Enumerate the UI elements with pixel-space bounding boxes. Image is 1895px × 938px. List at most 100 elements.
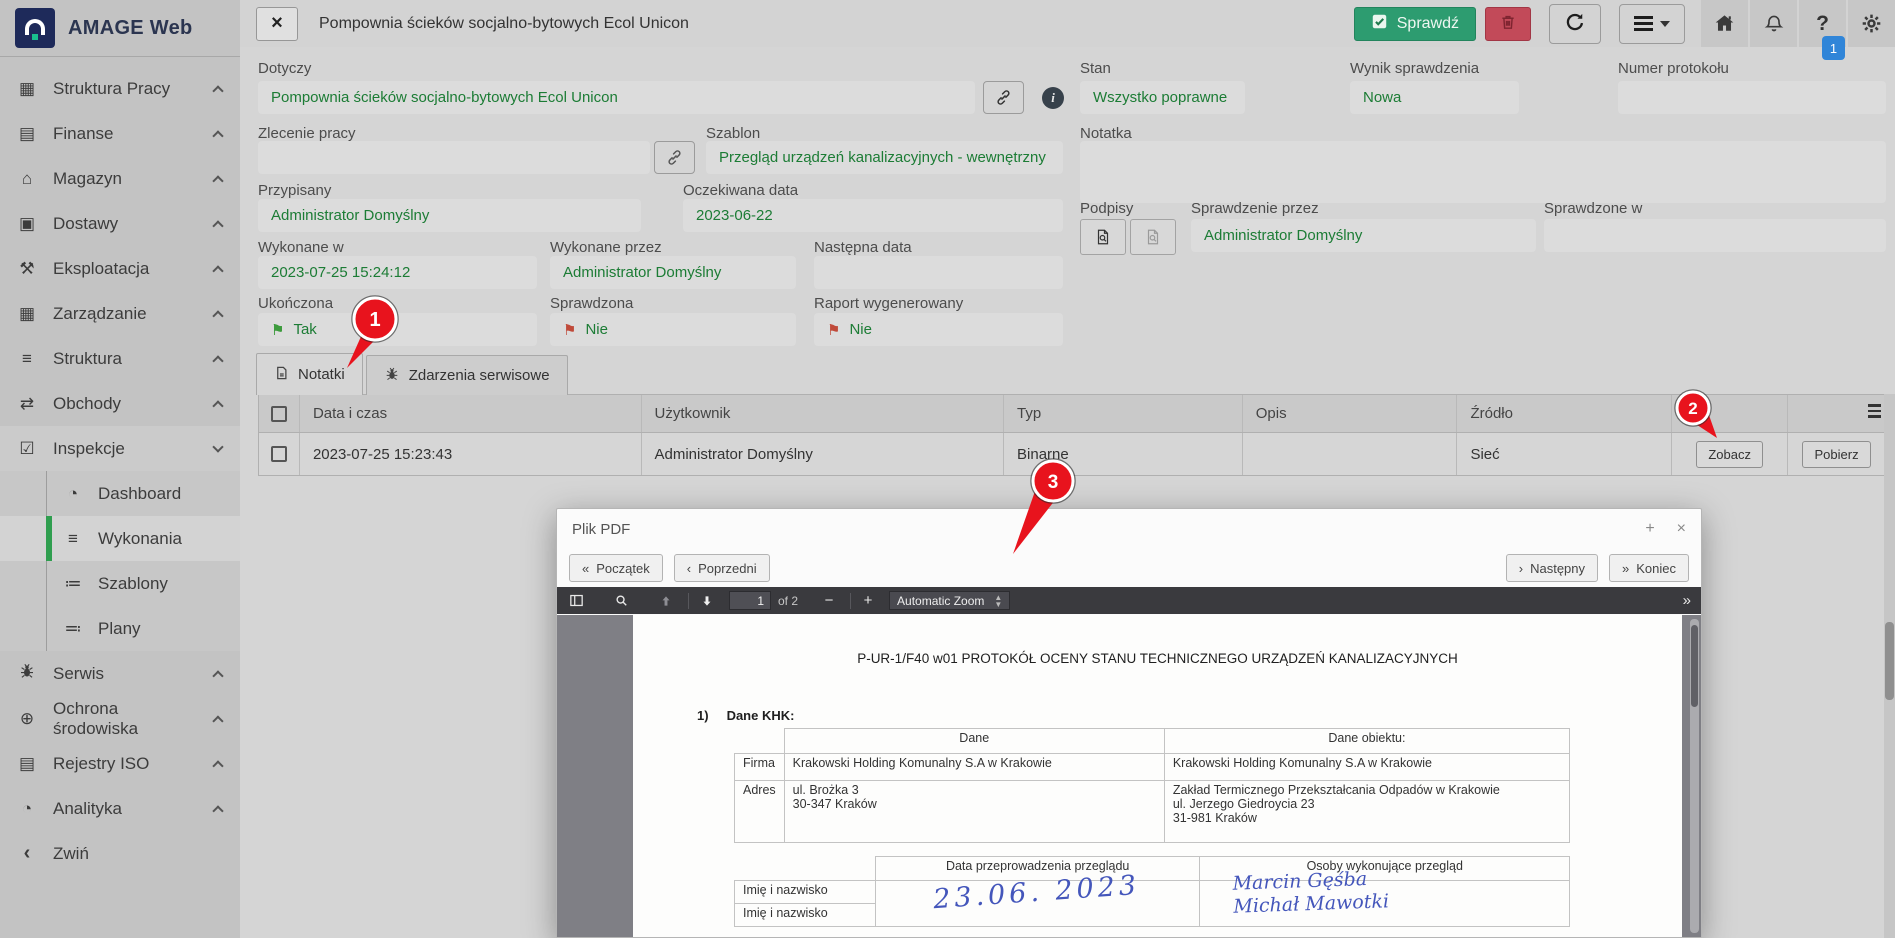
download-button[interactable]: Pobierz	[1802, 441, 1870, 468]
scrollbar-thumb[interactable]	[1691, 625, 1698, 707]
cell-source: Sieć	[1457, 433, 1672, 475]
menu-button[interactable]	[1619, 4, 1685, 44]
bug-icon	[384, 366, 400, 386]
dotyczy-field[interactable]: Pompownia ścieków socjalno-bytowych Ecol…	[258, 81, 975, 114]
view-button[interactable]: Zobacz	[1696, 441, 1763, 468]
wynik-field[interactable]: Nowa	[1350, 81, 1519, 114]
sidebar-item-struktura[interactable]: ≡Struktura	[0, 336, 240, 381]
sprawdzenie-przez-field[interactable]: Administrator Domyślny	[1191, 219, 1536, 252]
column-header-data-i-czas[interactable]: Data i czas	[300, 395, 642, 432]
page-scrollbar[interactable]	[1884, 394, 1895, 938]
column-header-uzytkownik[interactable]: Użytkownik	[642, 395, 1005, 432]
pdf-scrollbar[interactable]	[1690, 619, 1699, 933]
column-header-zrodlo[interactable]: Źródło	[1457, 395, 1672, 432]
sidebar-item-dostawy[interactable]: ▣Dostawy	[0, 201, 240, 246]
dotyczy-link-button[interactable]	[983, 81, 1024, 114]
expand-icon[interactable]: +	[1645, 520, 1654, 538]
zlecenie-link-button[interactable]	[654, 141, 695, 174]
sidebar-item-eksploatacja[interactable]: ⚒Eksploatacja	[0, 246, 240, 291]
notification-count-badge[interactable]: 1	[1822, 36, 1845, 60]
pdf-viewport: P-UR-1/F40 w01 PROTOKÓŁ OCENY STANU TECH…	[557, 615, 1701, 937]
sidebar-item-rejestry-iso[interactable]: ▤Rejestry ISO	[0, 741, 240, 786]
column-header-opis[interactable]: Opis	[1243, 395, 1458, 432]
sidebar-item-inspekcje[interactable]: ☑Inspekcje	[0, 426, 240, 471]
zoom-select[interactable]: Automatic Zoom ▲▼	[889, 591, 1010, 610]
sidebar-item-zarzadzanie[interactable]: ▦Zarządzanie	[0, 291, 240, 336]
page-down-icon[interactable]	[698, 592, 716, 610]
refresh-button[interactable]	[1549, 4, 1601, 44]
page-number-input[interactable]: 1	[729, 591, 771, 610]
next-page-button[interactable]: ›Następny	[1506, 554, 1598, 582]
sidebar-toggle-icon[interactable]	[567, 592, 585, 610]
sidebar-nav: ▦Struktura Pracy ▤Finanse ⌂Magazyn ▣Dost…	[0, 57, 240, 876]
sidebar-item-finanse[interactable]: ▤Finanse	[0, 111, 240, 156]
signature-preview-button-disabled[interactable]	[1130, 219, 1176, 255]
stan-field[interactable]: Wszystko poprawne	[1080, 81, 1245, 114]
sidebar-item-szablony[interactable]: ≔Szablony	[0, 561, 240, 606]
notifications-button[interactable]	[1750, 0, 1797, 47]
oczekiwana-label: Oczekiwana data	[683, 182, 798, 199]
prev-page-button[interactable]: ‹Poprzedni	[674, 554, 770, 582]
table-menu-icon[interactable]	[1868, 404, 1881, 418]
ukonczona-label: Ukończona	[258, 295, 333, 312]
toolbar-more-icon[interactable]: »	[1683, 592, 1691, 609]
stan-label: Stan	[1080, 60, 1111, 77]
zoom-out-icon[interactable]: −	[821, 592, 837, 609]
cell-description	[1243, 433, 1458, 475]
pdf-page: P-UR-1/F40 w01 PROTOKÓŁ OCENY STANU TECH…	[633, 615, 1682, 937]
numer-protokolu-label: Numer protokołu	[1618, 60, 1729, 77]
refresh-icon	[1564, 11, 1586, 36]
sidebar-item-zwin[interactable]: ‹Zwiń	[0, 831, 240, 876]
last-page-button[interactable]: »Koniec	[1609, 554, 1689, 582]
sidebar-item-wykonania[interactable]: ≡Wykonania	[0, 516, 240, 561]
oczekiwana-field[interactable]: 2023-06-22	[683, 199, 1063, 232]
close-icon[interactable]: ×	[1677, 520, 1686, 538]
column-header-actions	[1672, 395, 1788, 432]
chevron-up-icon	[212, 265, 223, 276]
signature-preview-button[interactable]	[1080, 219, 1126, 255]
przypisany-field[interactable]: Administrator Domyślny	[258, 199, 641, 232]
sidebar-item-dashboard[interactable]: ◔Dashboard	[0, 471, 240, 516]
bell-icon	[1763, 13, 1785, 35]
tab-notatki[interactable]: Notatki	[256, 353, 363, 395]
search-icon[interactable]	[612, 592, 630, 610]
sprawdzone-w-field[interactable]	[1544, 219, 1886, 252]
sidebar-item-ochrona-srodowiska[interactable]: ⊕Ochrona środowiska	[0, 696, 240, 741]
hamburger-icon	[1634, 16, 1653, 31]
settings-button[interactable]	[1848, 0, 1895, 47]
zlecenie-field[interactable]	[258, 141, 650, 174]
szablon-label: Szablon	[706, 125, 760, 142]
wykonane-przez-field[interactable]: Administrator Domyślny	[550, 256, 796, 289]
select-all-checkbox[interactable]	[259, 395, 300, 432]
tab-zdarzenia-serwisowe[interactable]: Zdarzenia serwisowe	[366, 355, 568, 395]
table-row[interactable]: 2023-07-25 15:23:43 Administrator Domyśl…	[258, 433, 1886, 476]
info-icon[interactable]: i	[1042, 87, 1064, 109]
sidebar-item-serwis[interactable]: Serwis	[0, 651, 240, 696]
raport-field: ⚑Nie	[814, 313, 1063, 346]
sidebar-item-obchody[interactable]: ⇄Obchody	[0, 381, 240, 426]
sidebar-item-analityka[interactable]: ◔Analityka	[0, 786, 240, 831]
dotyczy-label: Dotyczy	[258, 60, 311, 77]
sidebar-item-plany[interactable]: ≕Plany	[0, 606, 240, 651]
trash-icon	[1499, 13, 1517, 34]
zoom-in-icon[interactable]: +	[860, 592, 876, 609]
inspections-icon: ☑	[16, 439, 38, 459]
delete-button[interactable]	[1485, 7, 1531, 41]
szablon-field[interactable]: Przegląd urządzeń kanalizacyjnych - wewn…	[706, 141, 1063, 174]
sprawdzona-label: Sprawdzona	[550, 295, 633, 312]
sidebar-item-struktura-pracy[interactable]: ▦Struktura Pracy	[0, 66, 240, 111]
close-record-button[interactable]: ×	[256, 7, 298, 41]
scrollbar-thumb[interactable]	[1885, 622, 1894, 700]
home-button[interactable]	[1701, 0, 1748, 47]
sidebar-item-magazyn[interactable]: ⌂Magazyn	[0, 156, 240, 201]
wykonane-w-field[interactable]: 2023-07-25 15:24:12	[258, 256, 537, 289]
page-up-icon[interactable]	[657, 592, 675, 610]
first-page-button[interactable]: «Początek	[569, 554, 663, 582]
row-checkbox[interactable]	[259, 433, 300, 475]
notatka-field[interactable]	[1080, 141, 1886, 203]
column-header-typ[interactable]: Typ	[1004, 395, 1243, 432]
cell-actions-view: Zobacz	[1672, 433, 1788, 475]
nastepna-data-field[interactable]	[814, 256, 1063, 289]
check-button[interactable]: Sprawdź	[1354, 7, 1476, 41]
numer-protokolu-field[interactable]	[1618, 81, 1886, 114]
